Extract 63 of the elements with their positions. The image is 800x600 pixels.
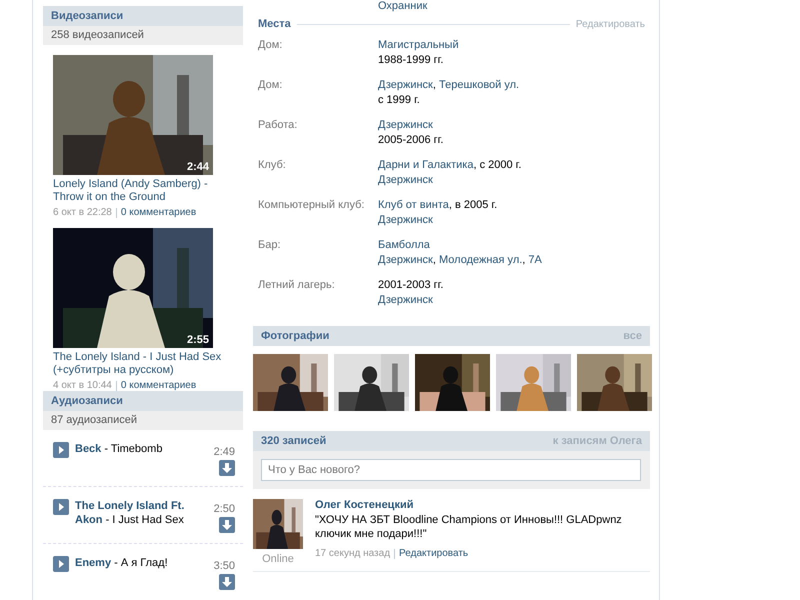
play-icon[interactable]: [53, 499, 69, 515]
place-link[interactable]: Бамболла: [378, 239, 430, 251]
input-field[interactable]: Что у Вас нового?: [261, 459, 641, 481]
track-title[interactable]: Beck - Timebomb: [75, 442, 208, 476]
post-time: 17 секунд назад: [315, 548, 390, 559]
place-text: ,: [432, 254, 437, 266]
video-duration: 2:55: [186, 334, 209, 346]
place-text: 2001-2003 гг.: [378, 279, 444, 291]
field-label: Компьютерный клуб:: [258, 198, 366, 213]
section-header[interactable]: Аудиозаписи: [43, 391, 243, 411]
place-link[interactable]: Терешковой ул.: [439, 79, 520, 91]
place-text: 2005-2006 гг.: [378, 134, 444, 146]
comments-link[interactable]: 0 комментариев: [120, 380, 196, 391]
video-thumbnail[interactable]: 2:55: [53, 228, 213, 348]
section-header[interactable]: Видеозаписи: [43, 6, 243, 26]
section-title: Места: [258, 18, 291, 30]
play-icon[interactable]: [53, 442, 69, 458]
place-link[interactable]: Дзержинск: [378, 119, 433, 131]
download-icon[interactable]: [219, 517, 235, 533]
place-link[interactable]: Молодежная ул.: [439, 254, 522, 266]
place-text: 1988-1999 гг.: [378, 54, 444, 66]
place-link[interactable]: Магистральный: [378, 39, 459, 51]
download-icon[interactable]: [219, 460, 235, 476]
field-label: Бар:: [258, 238, 282, 253]
field-label: Дом:: [258, 78, 284, 93]
field-label: Дом:: [258, 38, 284, 53]
place-text: , с 2000 г.: [473, 159, 522, 171]
field-label: Летний лагерь:: [258, 278, 336, 293]
field-label: Работа:: [258, 118, 298, 133]
video-date: 4 окт в 10:44: [53, 380, 112, 391]
video-thumbnail[interactable]: 2:44: [53, 55, 213, 175]
edit-link[interactable]: Редактировать: [399, 548, 468, 559]
video-count: 258 видеозаписей: [43, 26, 243, 45]
audio-count: 87 аудиозаписей: [43, 411, 243, 430]
place-link[interactable]: Клуб от винта: [378, 199, 449, 211]
place-text: с 1999 г.: [378, 94, 420, 106]
place-text: , в 2005 г.: [448, 199, 498, 211]
place-link[interactable]: Дзержинск: [378, 174, 433, 186]
author-link[interactable]: Олег Костенецкий: [315, 499, 650, 511]
track-title[interactable]: Enemy - А я Глад!: [75, 556, 208, 590]
track-title[interactable]: The Lonely Island Ft. Akon - I Just Had Sex: [75, 499, 208, 533]
place-link[interactable]: Дзержинск: [378, 254, 433, 266]
track-duration: 2:49: [214, 446, 235, 458]
download-icon[interactable]: [219, 574, 235, 590]
video-title[interactable]: The Lonely Island - I Just Had Sex (+субтитры на русском): [53, 351, 233, 377]
place-link[interactable]: Дзержинск: [378, 294, 433, 306]
place-link[interactable]: Дзержинск: [378, 214, 433, 226]
track-duration: 3:50: [214, 560, 235, 572]
video-duration: 2:44: [186, 161, 209, 173]
post-text: "ХОЧУ НА ЗБТ Bloodline Champions от Инновы!!! GLADpwnz ключик мне подари!!!": [315, 513, 623, 541]
place-text: ,: [432, 79, 437, 91]
video-date: 6 окт в 22:28: [53, 207, 112, 218]
info-link[interactable]: Охранник: [378, 0, 645, 12]
comments-link[interactable]: 0 комментариев: [120, 207, 196, 218]
video-title[interactable]: Lonely Island (Andy Samberg) - Throw it on the Ground: [53, 178, 233, 204]
track-duration: 2:50: [214, 503, 235, 515]
play-icon[interactable]: [53, 556, 69, 572]
place-text: ,: [522, 254, 526, 266]
place-link[interactable]: 7А: [528, 254, 542, 266]
field-label: Клуб:: [258, 158, 287, 173]
online-status: Online: [262, 553, 294, 565]
place-link[interactable]: Дарни и Галактика: [378, 159, 474, 171]
place-link[interactable]: Дзержинск: [378, 79, 433, 91]
